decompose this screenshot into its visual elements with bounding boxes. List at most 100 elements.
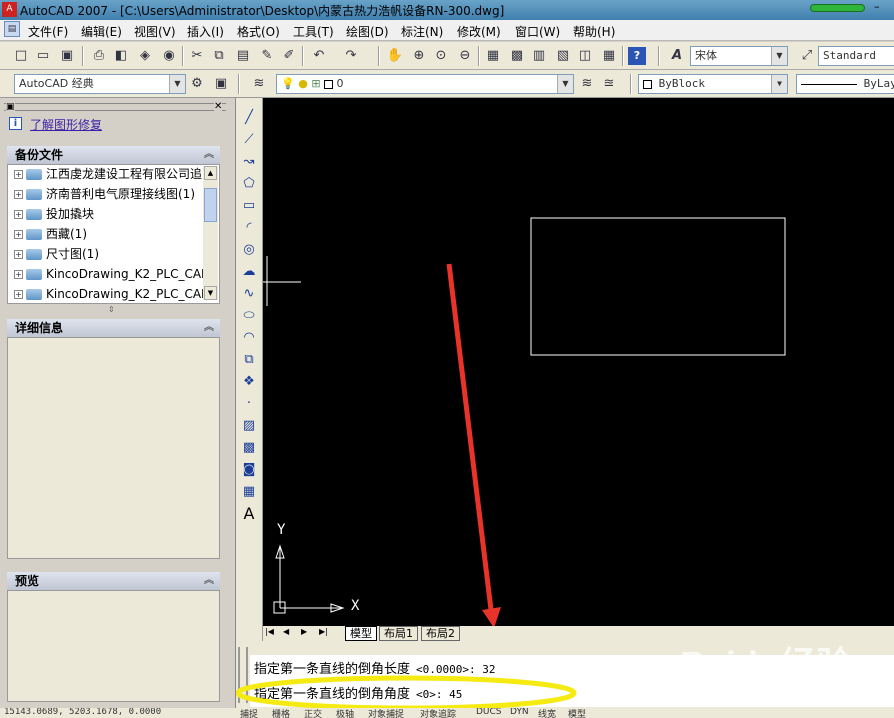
style-combo[interactable]: Standard bbox=[818, 46, 894, 66]
menu-file[interactable]: 文件(F) bbox=[28, 23, 68, 40]
details-header[interactable]: 详细信息 ︽ bbox=[7, 319, 220, 337]
tree-item[interactable]: + 济南普利电气原理接线图(1) bbox=[14, 185, 195, 204]
design-center-icon[interactable]: ▩ bbox=[508, 47, 526, 65]
status-dyn[interactable]: DYN bbox=[510, 708, 529, 717]
workspace-settings-icon[interactable]: ⚙ bbox=[188, 75, 206, 93]
color-combo[interactable]: ByBlock ▼ bbox=[638, 74, 788, 94]
menu-dimension[interactable]: 标注(N) bbox=[401, 23, 443, 40]
sheet-set-icon[interactable]: ▧ bbox=[554, 47, 572, 65]
panel-grip[interactable] bbox=[4, 103, 226, 111]
zoom-realtime-icon[interactable]: ⊕ bbox=[410, 47, 428, 65]
expand-icon[interactable]: + bbox=[14, 230, 23, 239]
match-properties-icon[interactable]: ✎ bbox=[258, 47, 276, 65]
ellipse-icon[interactable]: ⬭ bbox=[240, 306, 258, 326]
tab-model[interactable]: 模型 bbox=[345, 626, 377, 641]
zoom-window-icon[interactable]: ⊙ bbox=[432, 47, 450, 65]
expand-icon[interactable]: + bbox=[14, 190, 23, 199]
block-editor-icon[interactable]: ✐ bbox=[280, 47, 298, 65]
make-current-layer-icon[interactable]: ≋ bbox=[578, 75, 596, 93]
chevron-down-icon[interactable]: ▼ bbox=[557, 75, 573, 93]
polygon-icon[interactable]: ⬠ bbox=[240, 174, 258, 194]
save-icon[interactable]: ▣ bbox=[58, 47, 76, 65]
3d-dwf-icon[interactable]: ◉ bbox=[160, 47, 178, 65]
layer-combo[interactable]: 💡 ● ⊞ 0 ▼ bbox=[276, 74, 574, 94]
menu-edit[interactable]: 编辑(E) bbox=[81, 23, 122, 40]
markup-icon[interactable]: ◫ bbox=[576, 47, 594, 65]
backup-files-header[interactable]: 备份文件 ︽ bbox=[7, 146, 220, 164]
construction-line-icon[interactable]: ⟋ bbox=[240, 130, 258, 150]
circle-icon[interactable]: ◎ bbox=[240, 240, 258, 260]
tree-item[interactable]: + KincoDrawing_K2_PLC_CAD bbox=[14, 265, 210, 284]
tab-first-icon[interactable]: |◀ bbox=[265, 627, 274, 636]
autocad-app-icon[interactable]: A bbox=[2, 2, 17, 17]
chevron-down-icon[interactable]: ▼ bbox=[771, 47, 787, 65]
collapse-chevron-icon[interactable]: ︽ bbox=[204, 146, 214, 164]
minimize-icon[interactable]: – bbox=[874, 0, 894, 13]
menu-insert[interactable]: 插入(I) bbox=[187, 23, 224, 40]
expand-icon[interactable]: + bbox=[14, 210, 23, 219]
tree-item[interactable]: + KincoDrawing_K2_PLC_CAD bbox=[14, 285, 210, 304]
learn-recovery-link[interactable]: 了解图形修复 bbox=[30, 116, 102, 133]
line-icon[interactable]: ╱ bbox=[240, 108, 258, 128]
open-icon[interactable]: ▭ bbox=[34, 47, 52, 65]
table-icon[interactable]: ▦ bbox=[240, 482, 258, 502]
make-block-icon[interactable]: ❖ bbox=[240, 372, 258, 392]
menu-help[interactable]: 帮助(H) bbox=[573, 23, 615, 40]
collapse-chevron-icon[interactable]: ︽ bbox=[204, 319, 214, 337]
zoom-previous-icon[interactable]: ⊖ bbox=[456, 47, 474, 65]
layer-manager-icon[interactable]: ≋ bbox=[250, 75, 268, 93]
tree-item[interactable]: + 西藏(1) bbox=[14, 225, 87, 244]
status-lineweight[interactable]: 线宽 bbox=[538, 708, 556, 718]
drawing-canvas[interactable]: Y X bbox=[263, 98, 894, 626]
point-icon[interactable]: · bbox=[240, 394, 258, 414]
dimension-style-icon[interactable]: ⤢ bbox=[798, 47, 816, 65]
tool-palettes-icon[interactable]: ▥ bbox=[530, 47, 548, 65]
lightbulb-icon[interactable]: 💡 bbox=[281, 77, 295, 90]
ellipse-arc-icon[interactable]: ◠ bbox=[240, 328, 258, 348]
calculator-icon[interactable]: ▦ bbox=[600, 47, 618, 65]
publish-icon[interactable]: ◈ bbox=[136, 47, 154, 65]
chevron-down-icon[interactable]: ▼ bbox=[771, 75, 787, 93]
status-model[interactable]: 模型 bbox=[568, 708, 586, 718]
scroll-thumb[interactable] bbox=[204, 188, 217, 222]
status-grid[interactable]: 栅格 bbox=[272, 708, 290, 718]
undo-icon[interactable]: ↶ bbox=[310, 47, 328, 65]
new-icon[interactable]: □ bbox=[12, 47, 30, 65]
layer-previous-icon[interactable]: ≊ bbox=[600, 75, 618, 93]
help-icon[interactable]: ? bbox=[628, 47, 646, 65]
scroll-down-icon[interactable]: ▼ bbox=[204, 286, 217, 300]
menu-tools[interactable]: 工具(T) bbox=[293, 23, 334, 40]
tab-layout1[interactable]: 布局1 bbox=[379, 626, 418, 641]
status-polar[interactable]: 极轴 bbox=[336, 708, 354, 718]
close-icon[interactable]: ✕ bbox=[214, 101, 223, 112]
hatch-icon[interactable]: ▨ bbox=[240, 416, 258, 436]
spline-icon[interactable]: ∿ bbox=[240, 284, 258, 304]
tab-next-icon[interactable]: ▶ bbox=[301, 627, 307, 636]
menu-format[interactable]: 格式(O) bbox=[237, 23, 280, 40]
polyline-icon[interactable]: ↝ bbox=[240, 152, 258, 172]
tree-item[interactable]: + 江西虔龙建设工程有限公司追 bbox=[14, 165, 202, 184]
status-osnap[interactable]: 对象捕捉 bbox=[368, 708, 404, 718]
document-icon[interactable]: ▤ bbox=[4, 21, 20, 37]
workspace-save-icon[interactable]: ▣ bbox=[212, 75, 230, 93]
pan-icon[interactable]: ✋ bbox=[386, 47, 404, 65]
lock-icon[interactable]: ⊞ bbox=[311, 77, 320, 90]
expand-icon[interactable]: + bbox=[14, 270, 23, 279]
tree-item[interactable]: + 投加撬块 bbox=[14, 205, 94, 224]
menu-window[interactable]: 窗口(W) bbox=[515, 23, 560, 40]
status-ducs[interactable]: DUCS bbox=[476, 708, 502, 717]
gradient-icon[interactable]: ▩ bbox=[240, 438, 258, 458]
redo-icon[interactable]: ↷ bbox=[342, 47, 360, 65]
region-icon[interactable]: ◙ bbox=[240, 460, 258, 480]
splitter-handle-icon[interactable]: ⇕ bbox=[108, 305, 115, 314]
tab-prev-icon[interactable]: ◀ bbox=[283, 627, 289, 636]
plot-preview-icon[interactable]: ◧ bbox=[112, 47, 130, 65]
workspace-combo[interactable]: AutoCAD 经典 ▼ bbox=[14, 74, 186, 94]
arc-icon[interactable]: ◜ bbox=[240, 218, 258, 238]
tree-scrollbar[interactable]: ▲ ▼ bbox=[203, 166, 218, 300]
properties-icon[interactable]: ▦ bbox=[484, 47, 502, 65]
expand-icon[interactable]: + bbox=[14, 250, 23, 259]
panel-menu-icon[interactable]: ▣ bbox=[6, 102, 15, 112]
expand-icon[interactable]: + bbox=[14, 170, 23, 179]
collapse-chevron-icon[interactable]: ︽ bbox=[204, 572, 214, 590]
